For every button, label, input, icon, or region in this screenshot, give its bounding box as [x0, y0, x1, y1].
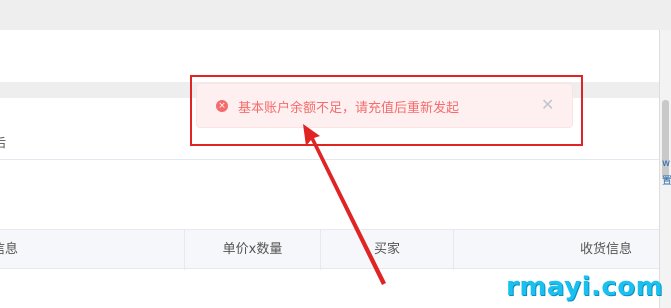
annotation-arrow-shape: [303, 124, 386, 285]
annotation-arrow: [303, 124, 386, 285]
watermark-text: rmayi.com: [506, 272, 664, 302]
